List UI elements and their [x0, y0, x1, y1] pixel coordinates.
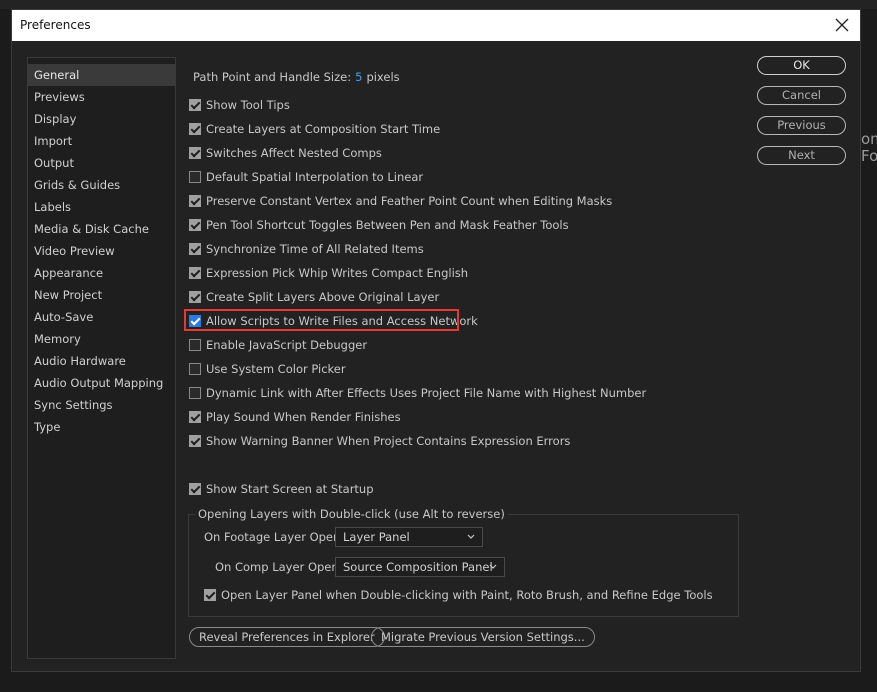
preference-checkbox[interactable]: Dynamic Link with After Effects Uses Pro… [189, 385, 646, 401]
reveal-preferences-button[interactable]: Reveal Preferences in Explorer [189, 627, 385, 647]
open-layer-panel-checkbox[interactable]: Open Layer Panel when Double-clicking wi… [204, 587, 713, 603]
path-point-label: Path Point and Handle Size: [193, 70, 352, 84]
sidebar-item-media-disk-cache[interactable]: Media & Disk Cache [28, 218, 175, 240]
sidebar-item-import[interactable]: Import [28, 130, 175, 152]
checkbox-label: Create Split Layers Above Original Layer [206, 290, 440, 304]
checkbox-box[interactable] [189, 243, 201, 255]
checkbox-label: Show Start Screen at Startup [206, 482, 374, 496]
sidebar-item-output[interactable]: Output [28, 152, 175, 174]
checkbox-box[interactable] [189, 339, 201, 351]
background-app [0, 0, 877, 9]
highlight-box [184, 309, 459, 331]
checkbox-label: Switches Affect Nested Comps [206, 146, 382, 160]
preference-checkbox[interactable]: Default Spatial Interpolation to Linear [189, 169, 423, 185]
window-title: Preferences [20, 18, 91, 32]
checkbox-label: Preserve Constant Vertex and Feather Poi… [206, 194, 613, 208]
preference-checkbox[interactable]: Synchronize Time of All Related Items [189, 241, 424, 257]
chevron-down-icon [489, 564, 497, 569]
sidebar-item-memory[interactable]: Memory [28, 328, 175, 350]
preference-checkbox[interactable]: Show Warning Banner When Project Contain… [189, 433, 570, 449]
migrate-settings-button[interactable]: Migrate Previous Version Settings... [371, 627, 595, 647]
footage-layer-label: On Footage Layer Opens: [204, 530, 351, 544]
preference-checkbox[interactable]: Create Split Layers Above Original Layer [189, 289, 439, 305]
preference-checkbox[interactable]: Enable JavaScript Debugger [189, 337, 367, 353]
checkbox-box[interactable] [189, 123, 201, 135]
comp-layer-value: Source Composition Panel [343, 560, 493, 574]
show-start-screen-checkbox[interactable]: Show Start Screen at Startup [189, 481, 374, 497]
sidebar-item-sync-settings[interactable]: Sync Settings [28, 394, 175, 416]
checkbox-box[interactable] [189, 387, 201, 399]
checkbox-box[interactable] [189, 99, 201, 111]
checkbox-label: Pen Tool Shortcut Toggles Between Pen an… [206, 218, 569, 232]
next-button[interactable]: Next [757, 146, 846, 165]
checkbox-label: Default Spatial Interpolation to Linear [206, 170, 424, 184]
checkbox-label: Open Layer Panel when Double-clicking wi… [221, 588, 713, 602]
comp-layer-select[interactable]: Source Composition Panel [335, 557, 505, 577]
checkbox-box[interactable] [189, 195, 201, 207]
checkbox-box[interactable] [189, 147, 201, 159]
checkbox-box[interactable] [189, 291, 201, 303]
preference-checkbox[interactable]: Play Sound When Render Finishes [189, 409, 401, 425]
path-point-size: Path Point and Handle Size: 5 pixels [193, 70, 400, 84]
checkbox-label: Dynamic Link with After Effects Uses Pro… [206, 386, 647, 400]
preference-checkbox[interactable]: Show Tool Tips [189, 97, 290, 113]
close-icon[interactable] [830, 13, 854, 37]
sidebar-item-auto-save[interactable]: Auto-Save [28, 306, 175, 328]
checkbox-box[interactable] [189, 411, 201, 423]
checkbox-label: Use System Color Picker [206, 362, 346, 376]
background-partial-text: om [861, 130, 877, 148]
chevron-down-icon [467, 534, 475, 539]
path-point-unit: pixels [366, 70, 400, 84]
checkbox-box[interactable] [189, 363, 201, 375]
cancel-button[interactable]: Cancel [757, 86, 846, 105]
sidebar-item-audio-output-mapping[interactable]: Audio Output Mapping [28, 372, 175, 394]
sidebar-item-appearance[interactable]: Appearance [28, 262, 175, 284]
checkbox-box[interactable] [189, 435, 201, 447]
checkbox-label: Show Tool Tips [206, 98, 290, 112]
preferences-dialog: Preferences General Previews Display Import… [11, 9, 861, 672]
checkbox-label: Synchronize Time of All Related Items [206, 242, 424, 256]
footage-layer-select[interactable]: Layer Panel [335, 527, 483, 547]
preferences-sidebar: General Previews Display Import Output Grids … [27, 57, 176, 659]
checkbox-box[interactable] [189, 171, 201, 183]
checkbox-box[interactable] [189, 267, 201, 279]
sidebar-item-grids-guides[interactable]: Grids & Guides [28, 174, 175, 196]
preference-checkbox[interactable]: Pen Tool Shortcut Toggles Between Pen an… [189, 217, 569, 233]
checkbox-label: Enable JavaScript Debugger [206, 338, 368, 352]
checkbox-label: Create Layers at Composition Start Time [206, 122, 441, 136]
checkbox-label: Show Warning Banner When Project Contain… [206, 434, 571, 448]
sidebar-item-previews[interactable]: Previews [28, 86, 175, 108]
preference-checkbox[interactable]: Use System Color Picker [189, 361, 346, 377]
sidebar-item-labels[interactable]: Labels [28, 196, 175, 218]
checkbox-box[interactable] [204, 589, 216, 601]
footage-layer-value: Layer Panel [343, 530, 410, 544]
title-bar: Preferences [12, 10, 860, 41]
checkbox-box[interactable] [189, 483, 201, 495]
preference-checkbox[interactable]: Preserve Constant Vertex and Feather Poi… [189, 193, 612, 209]
sidebar-item-video-preview[interactable]: Video Preview [28, 240, 175, 262]
sidebar-item-display[interactable]: Display [28, 108, 175, 130]
comp-layer-label: On Comp Layer Opens: [215, 560, 349, 574]
checkbox-box[interactable] [189, 219, 201, 231]
preference-checkbox[interactable]: Switches Affect Nested Comps [189, 145, 382, 161]
previous-button[interactable]: Previous [757, 116, 846, 135]
preference-checkbox[interactable]: Expression Pick Whip Writes Compact Engl… [189, 265, 468, 281]
checkbox-label: Expression Pick Whip Writes Compact Engl… [206, 266, 469, 280]
sidebar-item-general[interactable]: General [28, 64, 175, 86]
background-partial-text: Fo [861, 147, 877, 165]
sidebar-item-audio-hardware[interactable]: Audio Hardware [28, 350, 175, 372]
opening-layers-title: Opening Layers with Double-click (use Al… [195, 507, 508, 521]
path-point-value[interactable]: 5 [355, 70, 362, 84]
sidebar-item-new-project[interactable]: New Project [28, 284, 175, 306]
ok-button[interactable]: OK [757, 56, 846, 75]
sidebar-item-type[interactable]: Type [28, 416, 175, 438]
checkbox-label: Play Sound When Render Finishes [206, 410, 401, 424]
preference-checkbox[interactable]: Create Layers at Composition Start Time [189, 121, 440, 137]
